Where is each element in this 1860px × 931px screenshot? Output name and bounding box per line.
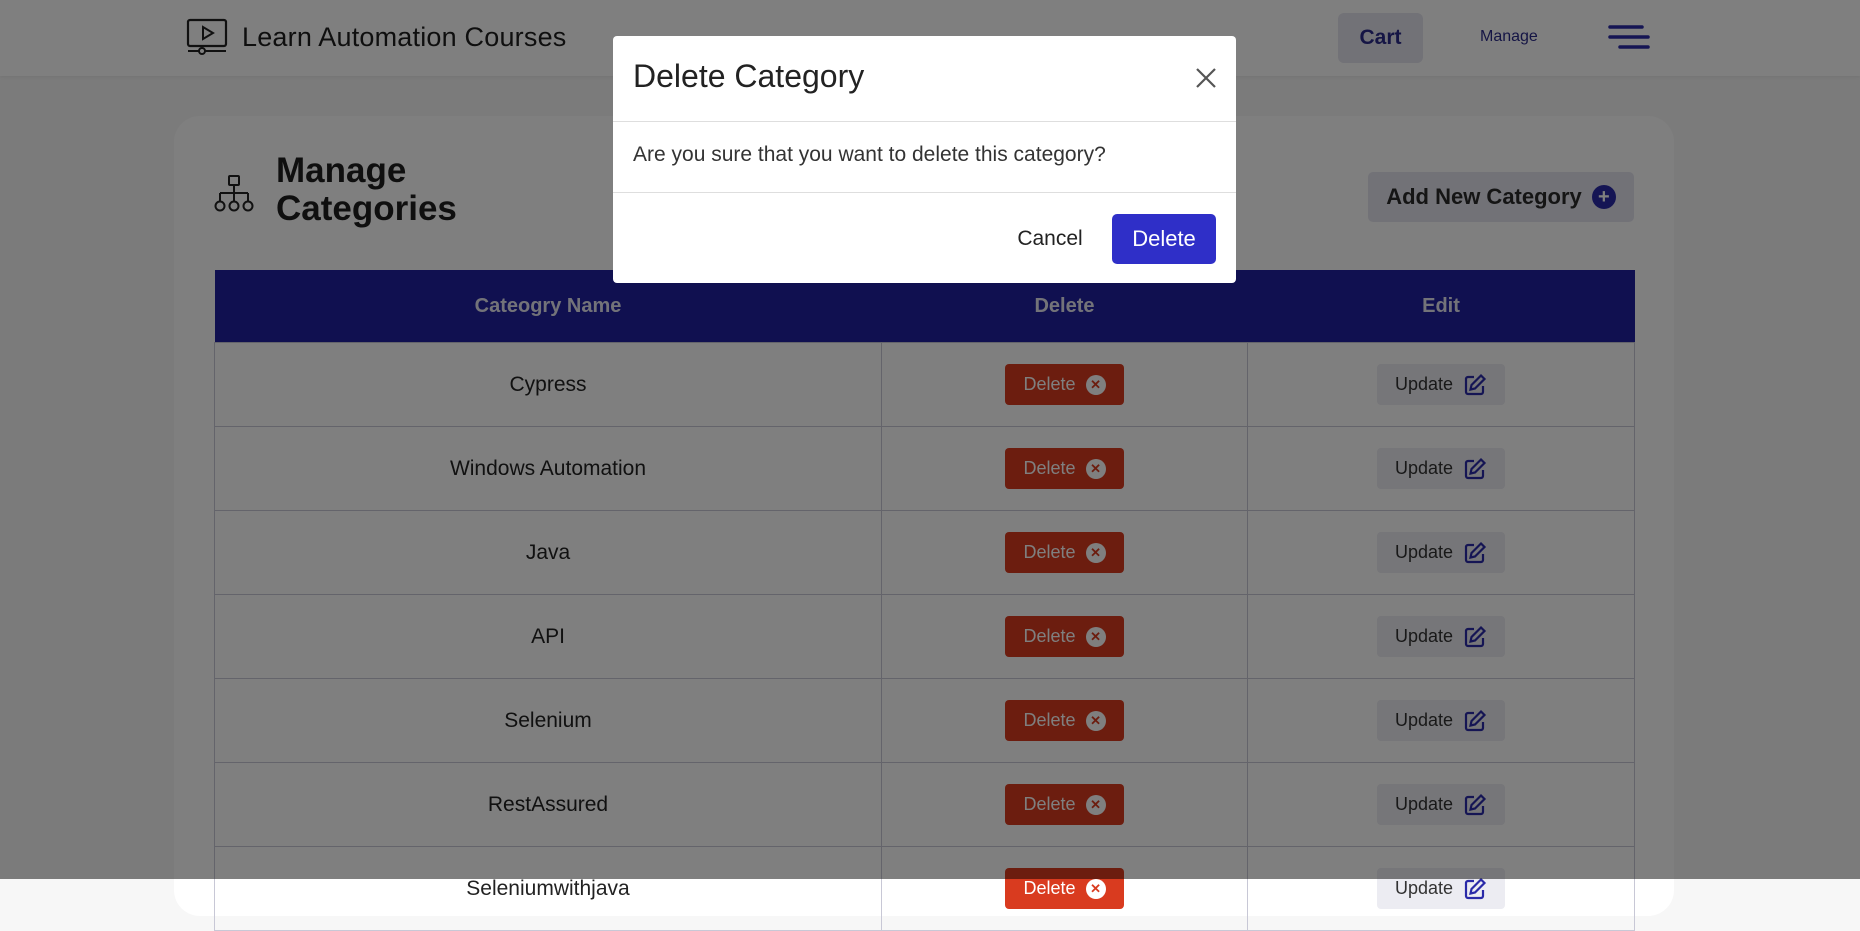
delete-button-label: Delete xyxy=(1023,878,1076,898)
dialog-title: Delete Category xyxy=(633,58,865,94)
dialog-header: Delete Category xyxy=(613,36,1236,122)
dialog-footer: Cancel Delete xyxy=(613,193,1236,283)
x-circle-icon: ✕ xyxy=(1085,878,1106,899)
edit-icon xyxy=(1464,877,1487,899)
close-icon[interactable] xyxy=(1194,66,1218,90)
cancel-button[interactable]: Cancel xyxy=(1003,214,1097,264)
update-button-label: Update xyxy=(1394,878,1454,898)
confirm-delete-button[interactable]: Delete xyxy=(1112,214,1216,264)
delete-category-dialog: Delete Category Are you sure that you wa… xyxy=(613,36,1236,283)
dialog-body: Are you sure that you want to delete thi… xyxy=(613,122,1236,193)
dialog-message: Are you sure that you want to delete thi… xyxy=(633,143,1106,166)
